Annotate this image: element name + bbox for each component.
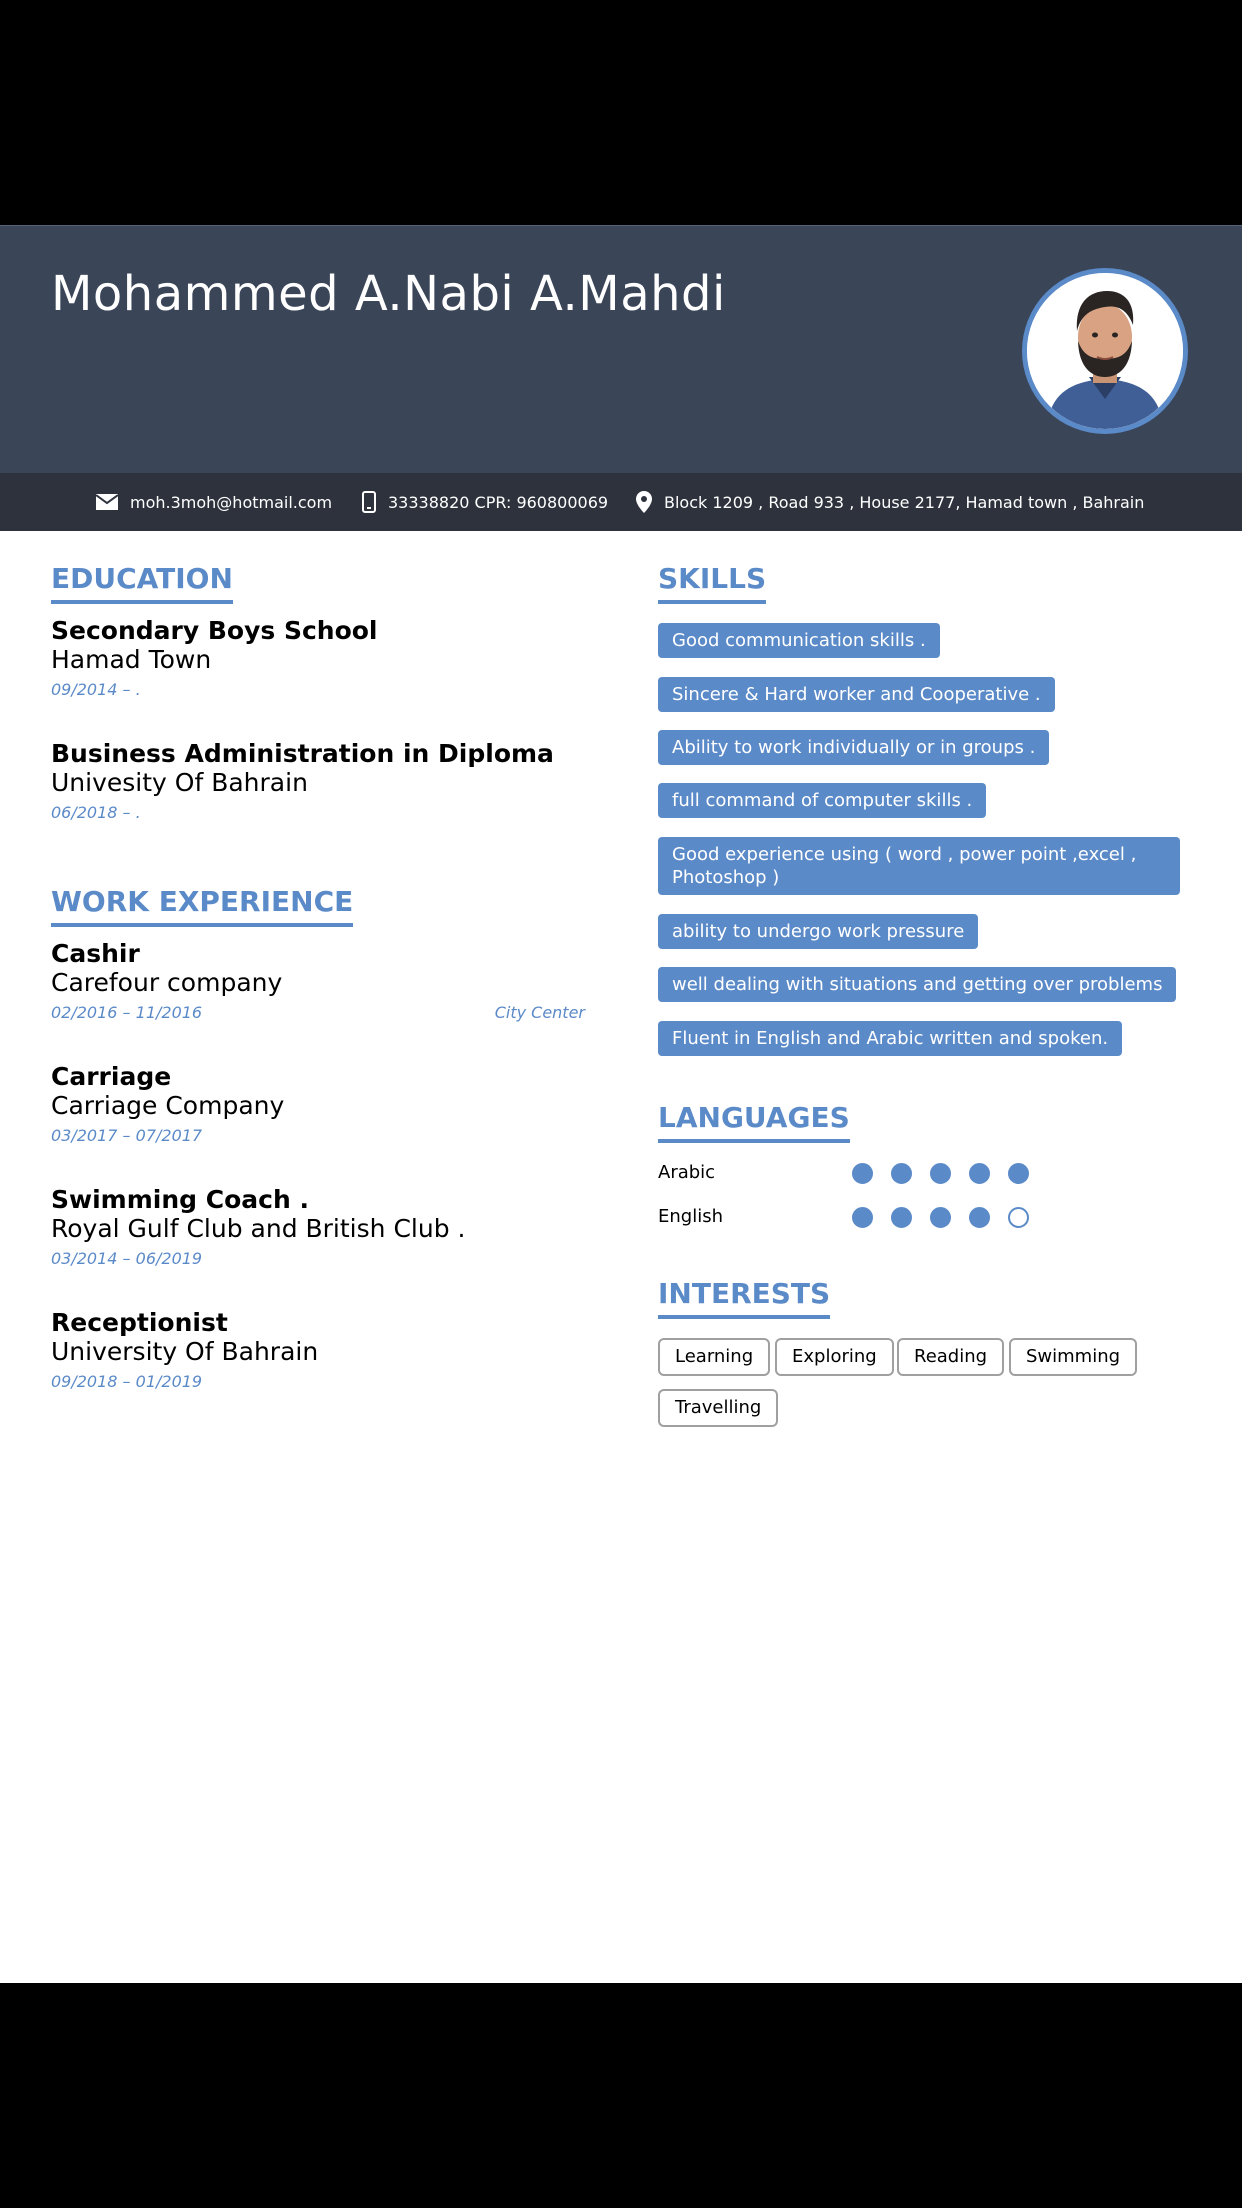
work-company: Carefour company [51, 968, 283, 997]
skill-tag: Ability to work individually or in group… [658, 730, 1050, 765]
level-dot-filled [891, 1163, 912, 1184]
work-entry: Receptionist University Of Bahrain 09/20… [51, 1308, 585, 1391]
work-entry: Swimming Coach . Royal Gulf Club and Bri… [51, 1185, 585, 1268]
work-experience-heading: WORK EXPERIENCE [51, 885, 354, 927]
address-text: Block 1209 , Road 933 , House 2177, Hama… [664, 492, 1145, 512]
contact-phone: 33338820 CPR: 960800069 [362, 473, 608, 531]
education-heading: EDUCATION [51, 562, 233, 604]
email-text: moh.3moh@hotmail.com [130, 492, 333, 512]
work-location: City Center [494, 1003, 585, 1022]
education-entry: Secondary Boys School Hamad Town 09/2014… [51, 616, 585, 699]
work-title: Cashir [51, 939, 140, 968]
level-dot-filled [930, 1163, 951, 1184]
language-row: English [658, 1206, 1158, 1230]
level-dot-filled [891, 1207, 912, 1228]
language-row: Arabic [658, 1162, 1158, 1186]
interest-tag: Exploring [775, 1338, 894, 1376]
resume-header: Mohammed A.Nabi A.Mahdi [0, 225, 1242, 474]
education-title: Secondary Boys School [51, 616, 378, 645]
candidate-name: Mohammed A.Nabi A.Mahdi [51, 266, 726, 322]
work-title: Swimming Coach . [51, 1185, 309, 1214]
work-date: 03/2017 – 07/2017 [51, 1126, 203, 1145]
work-company: Royal Gulf Club and British Club . [51, 1214, 466, 1243]
level-dot-filled [930, 1207, 951, 1228]
resume-page: Mohammed A.Nabi A.Mahdi moh.3moh@hotmail… [0, 225, 1242, 1983]
education-subtitle: Hamad Town [51, 645, 212, 674]
level-dot-empty [1008, 1207, 1029, 1228]
education-date: 09/2014 – . [51, 680, 141, 699]
skills-heading: SKILLS [658, 562, 767, 604]
skill-tag: well dealing with situations and getting… [658, 967, 1177, 1002]
level-dot-filled [852, 1207, 873, 1228]
profile-photo [1022, 268, 1188, 434]
skill-tag: Good communication skills . [658, 623, 940, 658]
portrait-illustration [1027, 273, 1183, 429]
work-entry: Carriage Carriage Company 03/2017 – 07/2… [51, 1062, 585, 1145]
contact-address: Block 1209 , Road 933 , House 2177, Hama… [636, 473, 1144, 531]
phone-text: 33338820 CPR: 960800069 [388, 492, 609, 512]
work-title: Receptionist [51, 1308, 228, 1337]
interest-tag: Reading [897, 1338, 1005, 1376]
work-company: University Of Bahrain [51, 1337, 319, 1366]
level-dot-filled [969, 1207, 990, 1228]
interests-heading: INTERESTS [658, 1277, 831, 1319]
interest-tag: Learning [658, 1338, 771, 1376]
language-level [852, 1163, 1029, 1184]
level-dot-filled [1008, 1163, 1029, 1184]
language-name: Arabic [658, 1162, 716, 1183]
skill-tag: Fluent in English and Arabic written and… [658, 1021, 1123, 1056]
contact-bar: moh.3moh@hotmail.com 33338820 CPR: 96080… [0, 473, 1242, 531]
level-dot-filled [969, 1163, 990, 1184]
language-name: English [658, 1206, 723, 1227]
education-date: 06/2018 – . [51, 803, 141, 822]
work-date: 03/2014 – 06/2019 [51, 1249, 203, 1268]
location-pin-icon [636, 491, 652, 513]
skill-tag: Good experience using ( word , power poi… [658, 837, 1180, 895]
skill-tag: ability to undergo work pressure [658, 914, 979, 949]
education-entry: Business Administration in Diploma Unive… [51, 739, 585, 822]
education-subtitle: Univesity Of Bahrain [51, 768, 308, 797]
education-title: Business Administration in Diploma [51, 739, 554, 768]
work-date: 09/2018 – 01/2019 [51, 1372, 203, 1391]
work-company: Carriage Company [51, 1091, 285, 1120]
skill-tag: full command of computer skills . [658, 783, 987, 818]
level-dot-filled [852, 1163, 873, 1184]
work-entry: Cashir Carefour company 02/2016 – 11/201… [51, 939, 585, 1022]
languages-heading: LANGUAGES [658, 1101, 850, 1143]
interest-tag: Travelling [658, 1389, 779, 1427]
skill-tag: Sincere & Hard worker and Cooperative . [658, 677, 1055, 712]
language-level [852, 1207, 1029, 1228]
phone-icon [362, 491, 376, 513]
interest-tag: Swimming [1009, 1338, 1138, 1376]
work-title: Carriage [51, 1062, 172, 1091]
contact-email: moh.3moh@hotmail.com [96, 473, 332, 531]
envelope-icon [96, 494, 118, 510]
